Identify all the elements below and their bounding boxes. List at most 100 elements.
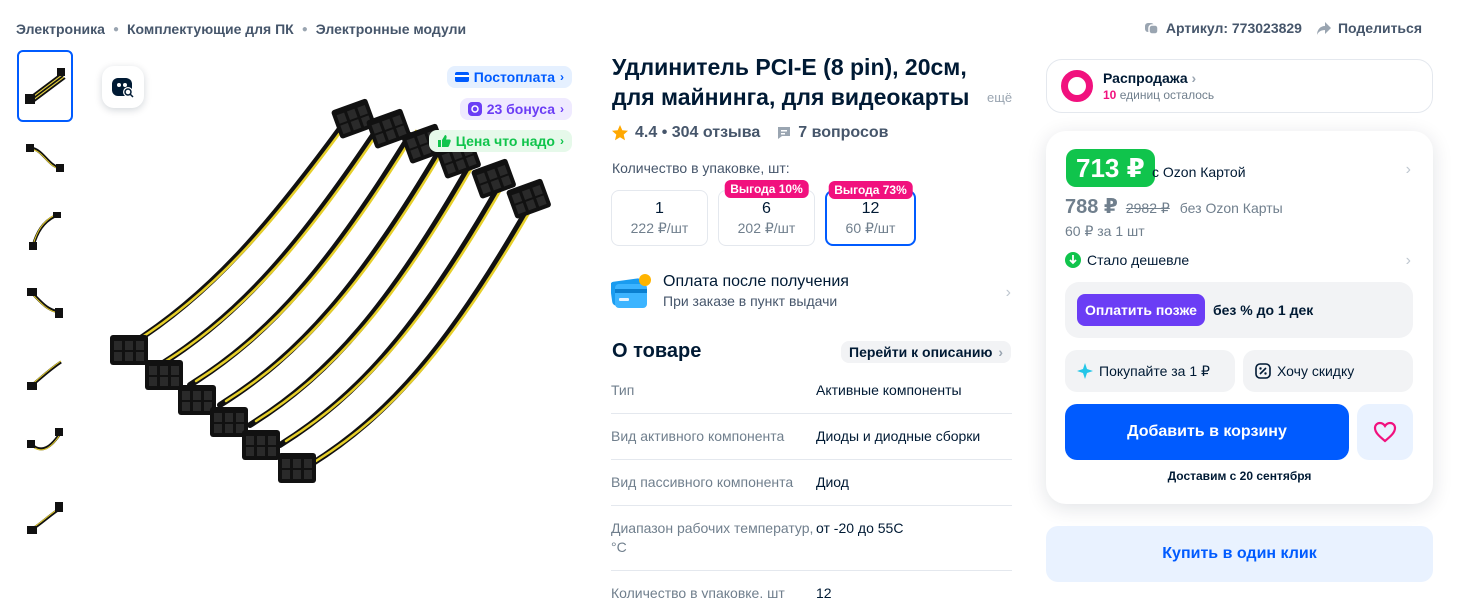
favorite-button[interactable] (1357, 404, 1413, 460)
chevron-right-icon[interactable]: › (1406, 161, 1411, 179)
thumbnail[interactable] (17, 266, 73, 338)
breadcrumb-separator: ● (301, 23, 308, 35)
cart-actions: Добавить в корзину (1065, 404, 1413, 460)
image-search-icon (112, 78, 134, 98)
quantity-unit-price: 60 ₽/шт (845, 219, 896, 236)
quantity-options: 1 222 ₽/шт Выгода 10% 6 202 ₽/шт Выгода … (611, 180, 916, 246)
discount-badge: Выгода 73% (828, 181, 913, 199)
pay-later-button[interactable]: Оплатить позже (1077, 294, 1205, 326)
questions-label: 7 вопросов (798, 124, 889, 141)
title-more-link[interactable]: ещё (987, 90, 1012, 105)
tag-label: Цена что надо (455, 133, 555, 149)
spec-row: Тип Активные компоненты (611, 368, 1012, 414)
quantity-option[interactable]: Выгода 10% 6 202 ₽/шт (718, 180, 815, 246)
cable-bundle-thumbnail (25, 68, 66, 104)
thumbnail[interactable] (17, 122, 73, 194)
heart-icon (1373, 421, 1397, 443)
breadcrumb-separator: ● (112, 23, 119, 35)
rating-reviews-link[interactable]: 4.4 • 304 отзыва (635, 124, 760, 142)
unit-price: 60 ₽ за 1 шт (1065, 223, 1145, 239)
buy-for-1-button[interactable]: Покупайте за 1 ₽ (1065, 350, 1235, 392)
spec-key: Тип (611, 382, 635, 398)
sale-text: Распродажа › 10 единиц осталось (1103, 70, 1214, 102)
spec-key: Вид активного компонента (611, 428, 785, 444)
spec-row: Вид пассивного компонента Диод (611, 460, 1012, 506)
cable-thumbnail (26, 144, 64, 172)
chevron-right-icon: › (560, 102, 564, 116)
chevron-right-icon: › (560, 134, 564, 148)
thumbnail[interactable] (17, 410, 73, 482)
chevron-right-icon: › (1005, 284, 1011, 301)
quantity-number: 12 (861, 199, 880, 217)
price-card: 713 ₽ с Ozon Картой › 788 ₽ 2982 ₽ без O… (1046, 131, 1433, 504)
share-button[interactable]: Поделиться (1316, 20, 1422, 36)
bonus-icon (467, 102, 482, 116)
spec-value: Диоды и диодные сборки (816, 428, 981, 444)
quantity-number: 1 (655, 199, 664, 217)
tag-postpay[interactable]: Постоплата › (446, 66, 572, 88)
chevron-right-icon[interactable]: › (1406, 252, 1411, 270)
quantity-unit-price: 202 ₽/шт (737, 219, 796, 236)
payment-title: Оплата после получения (663, 273, 849, 290)
promo-buttons: Покупайте за 1 ₽ Хочу скидку (1065, 350, 1413, 392)
price-dropped-label: Стало дешевле (1087, 252, 1190, 268)
thumbnail[interactable] (17, 482, 73, 554)
go-to-description-label: Перейти к описанию (849, 344, 993, 360)
ozon-card-price[interactable]: 713 ₽ (1066, 149, 1155, 187)
spec-key: Вид пассивного компонента (611, 474, 794, 490)
sale-stock-count: 10 (1103, 88, 1117, 102)
spec-value: 12 (816, 585, 832, 598)
quantity-number: 6 (762, 199, 771, 217)
image-search-button[interactable] (102, 66, 144, 108)
tag-label: Постоплата (473, 69, 555, 85)
wallet-icon (454, 72, 469, 82)
thumbs-up-icon (437, 135, 451, 147)
thumbnail[interactable] (17, 194, 73, 266)
specs-table: Тип Активные компоненты Вид активного ко… (611, 368, 1012, 598)
payment-text: Оплата после получения При заказе в пунк… (663, 273, 849, 309)
add-to-cart-button[interactable]: Добавить в корзину (1065, 404, 1349, 460)
breadcrumb-item[interactable]: Электронные модули (316, 21, 466, 37)
header-actions: Артикул: 773023829 Поделиться (1144, 20, 1422, 36)
ozon-card-label: с Ozon Картой (1152, 164, 1246, 180)
price-dropped[interactable]: Стало дешевле (1065, 252, 1189, 268)
discount-badge: Выгода 10% (724, 180, 809, 198)
sale-banner[interactable]: Распродажа › 10 единиц осталось (1046, 59, 1433, 113)
chevron-right-icon: › (998, 344, 1004, 360)
spec-key: Количество в упаковке, шт (611, 585, 785, 598)
go-to-description-button[interactable]: Перейти к описанию › (841, 341, 1012, 363)
thumbnail[interactable] (17, 338, 73, 410)
regular-price-label: без Ozon Карты (1179, 200, 1283, 216)
questions-link[interactable]: 7 вопросов (776, 124, 888, 142)
sale-stock: 10 единиц осталось (1103, 88, 1214, 102)
spec-row: Диапазон рабочих температур, °C от -20 д… (611, 506, 1012, 571)
article-number[interactable]: Артикул: 773023829 (1144, 20, 1302, 36)
breadcrumb-item[interactable]: Электроника (16, 21, 105, 37)
cable-thumbnail (27, 502, 63, 534)
quantity-option-selected[interactable]: Выгода 73% 12 60 ₽/шт (825, 181, 916, 246)
sale-ring-icon (1061, 70, 1093, 102)
product-tags: Постоплата › 23 бонуса › Цена что надо › (428, 66, 572, 152)
tag-label: 23 бонуса (486, 101, 555, 117)
tag-good-price[interactable]: Цена что надо › (428, 130, 572, 152)
spec-row: Количество в упаковке, шт 12 (611, 571, 1012, 598)
cable-thumbnail (29, 212, 61, 250)
pay-later-terms: без % до 1 дек (1212, 302, 1314, 318)
payment-on-delivery[interactable]: Оплата после получения При заказе в пунк… (611, 272, 1011, 310)
sparkle-icon (1077, 363, 1093, 379)
delivery-date: Доставим с 20 сентября (1167, 469, 1312, 483)
copy-icon (1144, 23, 1159, 35)
rating-row: 4.4 • 304 отзыва 7 вопросов (611, 124, 888, 142)
share-label: Поделиться (1337, 20, 1422, 36)
pay-later-block[interactable]: Оплатить позже без % до 1 дек (1065, 282, 1413, 338)
thumbnail[interactable] (17, 50, 73, 122)
quantity-unit-price: 222 ₽/шт (630, 219, 689, 236)
tag-bonus[interactable]: 23 бонуса › (459, 98, 572, 120)
article-text: Артикул: 773023829 (1165, 20, 1302, 36)
breadcrumb-item[interactable]: Комплектующие для ПК (127, 21, 294, 37)
quantity-option[interactable]: 1 222 ₽/шт (611, 190, 708, 246)
cable-thumbnail (27, 288, 63, 318)
want-discount-button[interactable]: Хочу скидку (1243, 350, 1413, 392)
spec-value: Активные компоненты (816, 382, 962, 398)
buy-one-click-button[interactable]: Купить в один клик (1046, 526, 1433, 582)
